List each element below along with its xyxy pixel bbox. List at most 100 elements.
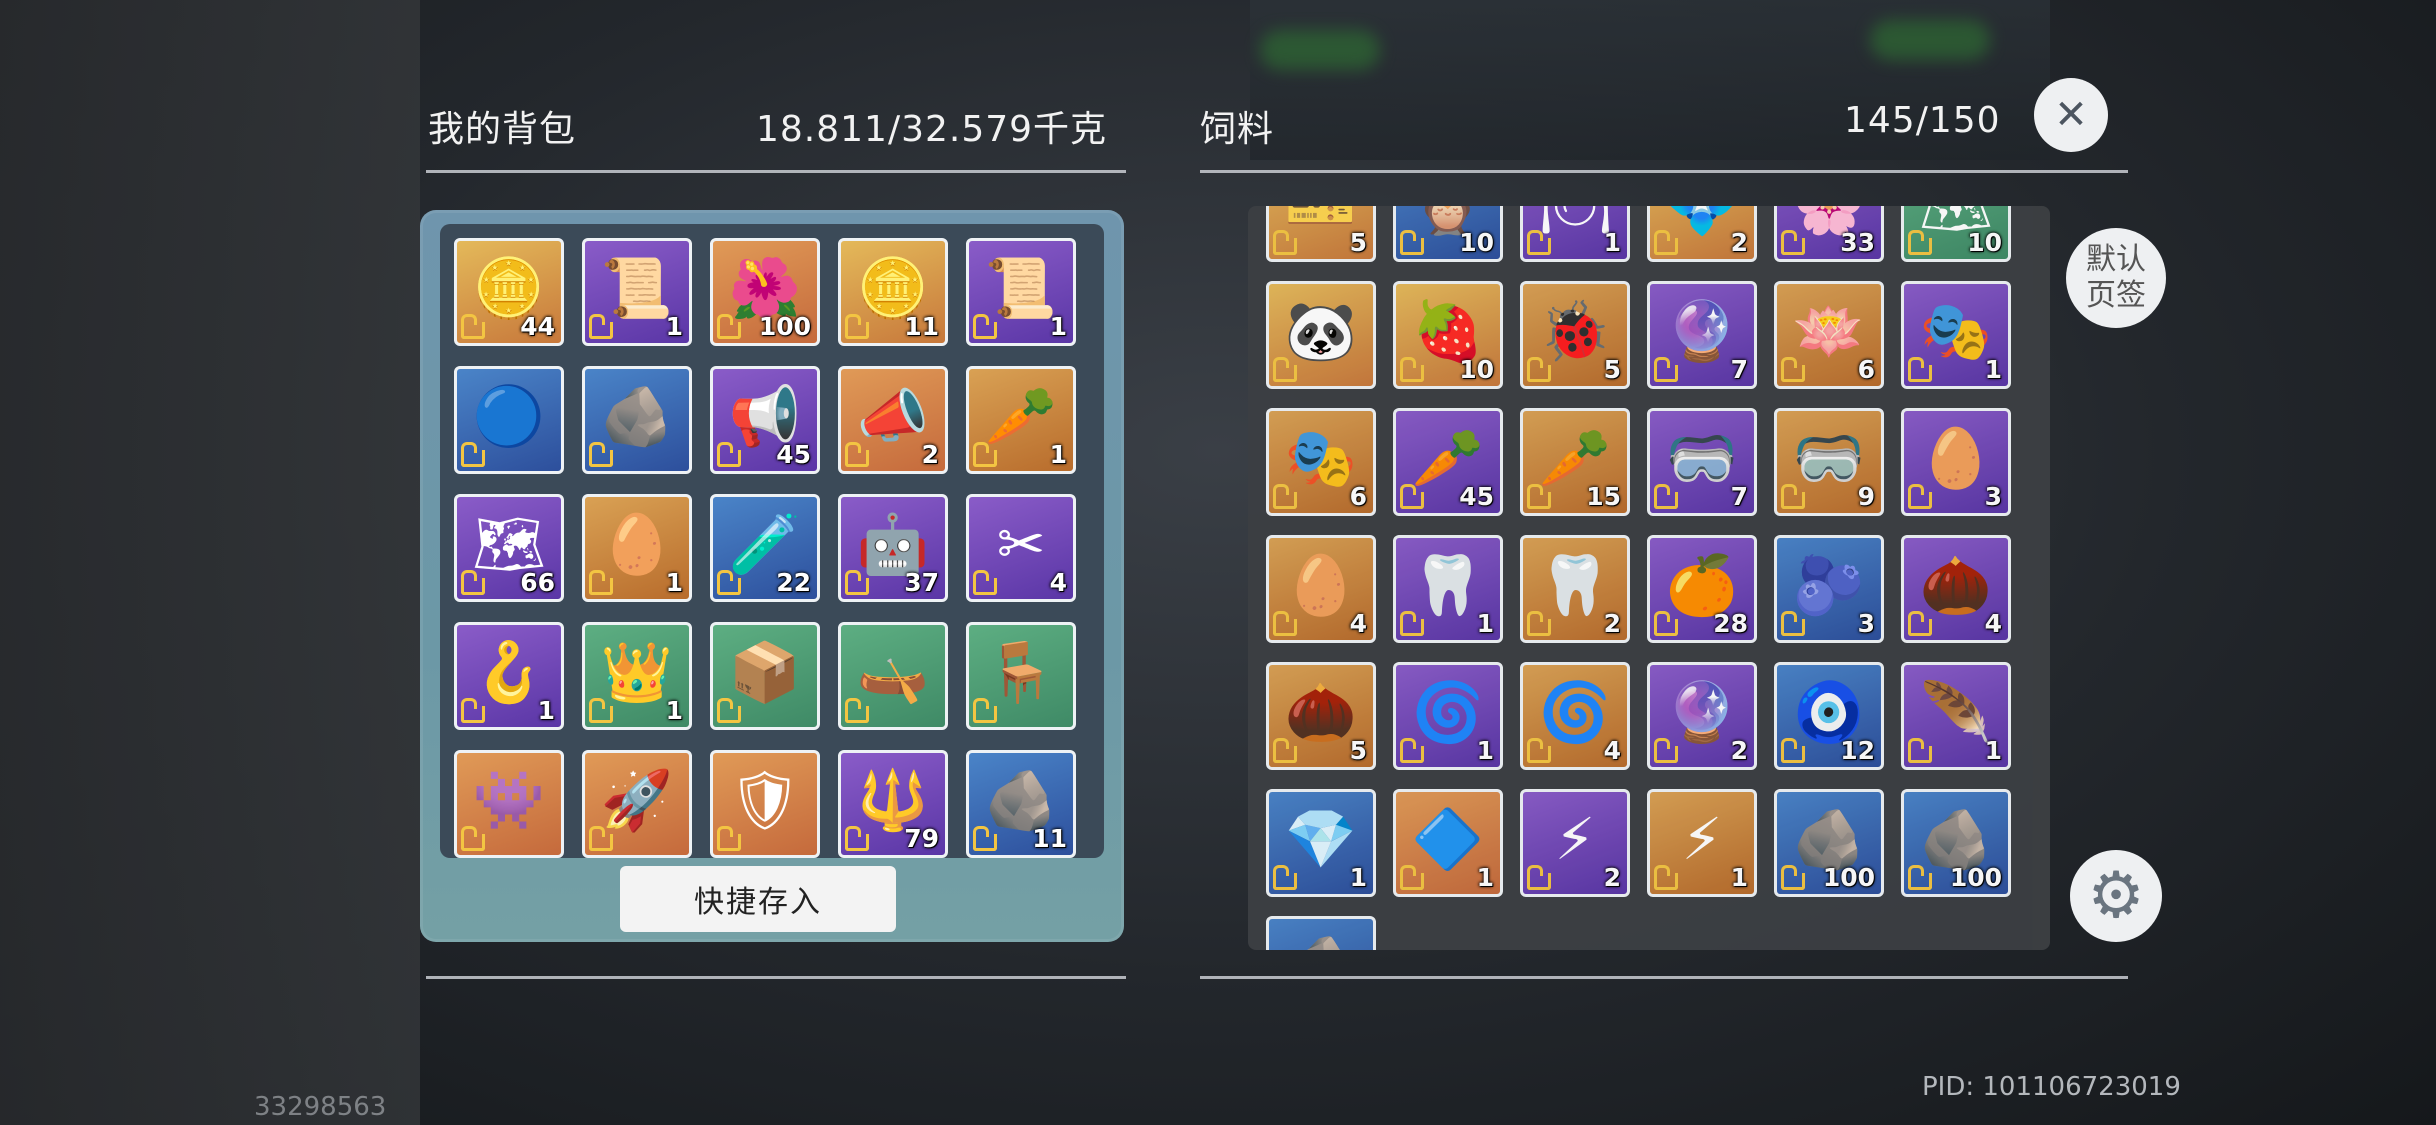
close-button[interactable]: ✕ xyxy=(2034,78,2108,152)
item-slot[interactable]: 📦 xyxy=(710,622,820,730)
item-slot[interactable]: 🧿 12 xyxy=(1774,662,1884,770)
item-slot[interactable]: 🍓 10 xyxy=(1393,281,1503,389)
item-count: 9 xyxy=(1857,482,1875,511)
item-count: 1 xyxy=(537,696,555,725)
item-slot[interactable]: 👾 xyxy=(454,750,564,858)
item-slot[interactable]: 🧪 22 xyxy=(710,494,820,602)
item-slot[interactable]: 🐼 xyxy=(1266,281,1376,389)
lock-icon xyxy=(973,698,997,723)
lock-icon xyxy=(845,826,869,851)
item-slot[interactable]: 🥚 4 xyxy=(1266,535,1376,643)
item-count: 100 xyxy=(1949,863,2002,892)
quick-store-button[interactable]: 快捷存入 xyxy=(620,866,896,932)
item-slot[interactable]: 🥚 1 xyxy=(582,494,692,602)
item-slot[interactable]: 🥕 15 xyxy=(1520,408,1630,516)
lock-icon xyxy=(1527,357,1551,382)
item-slot[interactable]: 🥽 9 xyxy=(1774,408,1884,516)
item-slot[interactable]: 🔷 1 xyxy=(1393,789,1503,897)
goggles-crystal-icon: 🥽 xyxy=(1665,423,1739,492)
item-slot[interactable]: 🪑 xyxy=(966,622,1076,730)
item-slot[interactable]: 🎭 1 xyxy=(1901,281,2011,389)
plate-icon: 🍽 xyxy=(1538,206,1612,233)
item-slot[interactable]: 🥕 45 xyxy=(1393,408,1503,516)
item-slot[interactable]: 🌀 4 xyxy=(1520,662,1630,770)
berry-icon: 🍓 xyxy=(1411,296,1485,365)
item-count: 5 xyxy=(1349,228,1367,257)
item-slot[interactable]: 🌰 4 xyxy=(1901,535,2011,643)
mask-crystal-icon: 🎭 xyxy=(1284,423,1358,492)
item-slot[interactable]: 🌀 1 xyxy=(1393,662,1503,770)
lock-icon xyxy=(1654,484,1678,509)
item-slot[interactable]: 🦷 2 xyxy=(1520,535,1630,643)
item-slot[interactable]: 🪙 44 xyxy=(454,238,564,346)
item-slot[interactable]: 🎫5 xyxy=(1266,206,1376,262)
divider xyxy=(426,170,1126,173)
item-slot[interactable]: 📢 45 xyxy=(710,366,820,474)
item-slot[interactable]: 🪙 11 xyxy=(838,238,948,346)
default-tab-button[interactable]: 默认 页签 xyxy=(2066,228,2166,328)
wooden-crate-icon: 📦 xyxy=(728,637,802,706)
item-slot[interactable]: 🐞 5 xyxy=(1520,281,1630,389)
item-count: 7 xyxy=(1730,355,1748,384)
item-slot[interactable]: ✂ 4 xyxy=(966,494,1076,602)
ore-rock-icon: 🪨 xyxy=(1792,804,1866,873)
item-slot[interactable]: 🛶 xyxy=(838,622,948,730)
item-slot[interactable]: ⚡ 1 xyxy=(1647,789,1757,897)
item-slot[interactable]: 🫐 3 xyxy=(1774,535,1884,643)
item-slot[interactable]: 🎭 6 xyxy=(1266,408,1376,516)
treasure-map-icon: 🗺 xyxy=(472,509,546,578)
item-slot[interactable]: ⚡ 2 xyxy=(1520,789,1630,897)
lock-icon xyxy=(1527,865,1551,890)
gear-icon: ⚙ xyxy=(2087,859,2145,933)
item-slot[interactable]: 🪨 100 xyxy=(1901,789,2011,897)
item-slot[interactable]: 🗺 66 xyxy=(454,494,564,602)
settings-button[interactable]: ⚙ xyxy=(2070,850,2162,942)
item-slot[interactable]: 🌸33 xyxy=(1774,206,1884,262)
item-slot[interactable]: 📜 1 xyxy=(582,238,692,346)
item-slot[interactable]: 🥚 3 xyxy=(1901,408,2011,516)
item-slot[interactable]: 🌰 5 xyxy=(1266,662,1376,770)
item-slot[interactable]: 🪶 1 xyxy=(1901,662,2011,770)
item-count: 1 xyxy=(1476,863,1494,892)
item-count: 37 xyxy=(904,568,939,597)
item-slot[interactable]: 🪨 100 xyxy=(1774,789,1884,897)
item-count: 10 xyxy=(1967,228,2002,257)
item-slot[interactable]: 🌺 100 xyxy=(710,238,820,346)
item-slot[interactable]: 🍽1 xyxy=(1520,206,1630,262)
lock-icon xyxy=(461,442,485,467)
egg-crystal-icon: 🥚 xyxy=(1919,423,1993,492)
item-count: 15 xyxy=(1586,482,1621,511)
item-count: 11 xyxy=(904,312,939,341)
item-slot[interactable]: 👑 1 xyxy=(582,622,692,730)
bag-title: 我的背包 xyxy=(428,109,577,150)
item-count: 1 xyxy=(1049,440,1067,469)
item-slot[interactable]: 🪨 11 xyxy=(966,750,1076,858)
lock-icon xyxy=(1400,738,1424,763)
lock-icon xyxy=(1908,357,1932,382)
lock-icon xyxy=(1273,738,1297,763)
item-slot[interactable]: 🦉10 xyxy=(1393,206,1503,262)
egg-crystal-icon: 🥚 xyxy=(1284,550,1358,619)
item-slot[interactable]: 🪨 xyxy=(582,366,692,474)
lock-icon xyxy=(1781,865,1805,890)
item-slot[interactable]: 🥽 7 xyxy=(1647,408,1757,516)
item-slot[interactable]: 🪷 6 xyxy=(1774,281,1884,389)
item-slot[interactable]: 🍊 28 xyxy=(1647,535,1757,643)
item-slot[interactable]: 🔮 2 xyxy=(1647,662,1757,770)
item-slot[interactable]: 🤖 37 xyxy=(838,494,948,602)
item-slot[interactable]: 🥕 1 xyxy=(966,366,1076,474)
item-slot[interactable]: 💠2 xyxy=(1647,206,1757,262)
purple-gem-icon: 🔷 xyxy=(1411,804,1485,873)
item-slot[interactable]: 🚀 xyxy=(582,750,692,858)
item-slot[interactable]: 🪨 xyxy=(1266,916,1376,950)
item-slot[interactable]: 🔱 79 xyxy=(838,750,948,858)
item-slot[interactable]: 🛡 xyxy=(710,750,820,858)
item-slot[interactable]: 🔮 7 xyxy=(1647,281,1757,389)
item-slot[interactable]: 🪝 1 xyxy=(454,622,564,730)
item-slot[interactable]: 🔵 xyxy=(454,366,564,474)
item-slot[interactable]: 💎 1 xyxy=(1266,789,1376,897)
item-slot[interactable]: 🦷 1 xyxy=(1393,535,1503,643)
item-slot[interactable]: 📣 2 xyxy=(838,366,948,474)
item-slot[interactable]: 🗺10 xyxy=(1901,206,2011,262)
item-slot[interactable]: 📜 1 xyxy=(966,238,1076,346)
